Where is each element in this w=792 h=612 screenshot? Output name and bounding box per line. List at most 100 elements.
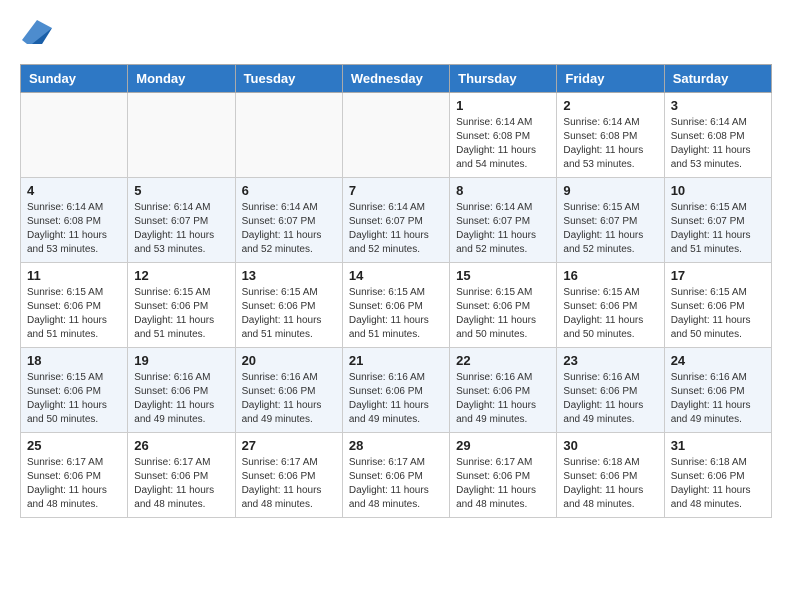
calendar-cell: 13 Sunrise: 6:15 AMSunset: 6:06 PMDayligh… [235,263,342,348]
day-info: Sunrise: 6:17 AMSunset: 6:06 PMDaylight:… [134,456,228,512]
day-number: 1 [456,98,550,113]
day-info: Sunrise: 6:14 AMSunset: 6:07 PMDaylight:… [242,201,336,257]
calendar-cell: 4 Sunrise: 6:14 AMSunset: 6:08 PMDaylight… [21,178,128,263]
calendar-cell: 29 Sunrise: 6:17 AMSunset: 6:06 PMDayligh… [450,433,557,518]
calendar-cell: 31Sunrise: 6:18 AMSunset: 6:06 PMDayligh… [664,433,771,518]
day-info: Sunrise: 6:16 AMSunset: 6:06 PMDaylight:… [349,371,443,427]
day-number: 27 [242,438,336,453]
calendar-cell: 16 Sunrise: 6:15 AMSunset: 6:06 PMDayligh… [557,263,664,348]
weekday-wednesday: Wednesday [342,65,449,93]
calendar-cell: 19 Sunrise: 6:16 AMSunset: 6:06 PMDayligh… [128,348,235,433]
day-info: Sunrise: 6:16 AMSunset: 6:06 PMDaylight:… [242,371,336,427]
day-number: 26 [134,438,228,453]
day-number: 15 [456,268,550,283]
day-number: 30 [563,438,657,453]
calendar-table: SundayMondayTuesdayWednesdayThursdayFrid… [20,64,772,518]
calendar-week-3: 11 Sunrise: 6:15 AMSunset: 6:06 PMDayligh… [21,263,772,348]
day-number: 2 [563,98,657,113]
day-info: Sunrise: 6:16 AMSunset: 6:06 PMDaylight:… [456,371,550,427]
day-number: 8 [456,183,550,198]
page-header [20,20,772,49]
calendar-cell: 28 Sunrise: 6:17 AMSunset: 6:06 PMDayligh… [342,433,449,518]
day-number: 6 [242,183,336,198]
day-number: 11 [27,268,121,283]
day-info: Sunrise: 6:15 AMSunset: 6:06 PMDaylight:… [134,286,228,342]
day-info: Sunrise: 6:15 AMSunset: 6:07 PMDaylight:… [563,201,657,257]
day-number: 19 [134,353,228,368]
day-number: 20 [242,353,336,368]
calendar-header: SundayMondayTuesdayWednesdayThursdayFrid… [21,65,772,93]
calendar-cell: 15 Sunrise: 6:15 AMSunset: 6:06 PMDayligh… [450,263,557,348]
day-info: Sunrise: 6:15 AMSunset: 6:06 PMDaylight:… [671,286,765,342]
day-number: 9 [563,183,657,198]
calendar-cell: 7 Sunrise: 6:14 AMSunset: 6:07 PMDaylight… [342,178,449,263]
day-number: 22 [456,353,550,368]
day-info: Sunrise: 6:15 AMSunset: 6:06 PMDaylight:… [242,286,336,342]
day-info: Sunrise: 6:14 AMSunset: 6:07 PMDaylight:… [456,201,550,257]
calendar-week-2: 4 Sunrise: 6:14 AMSunset: 6:08 PMDaylight… [21,178,772,263]
calendar-cell: 24 Sunrise: 6:16 AMSunset: 6:06 PMDayligh… [664,348,771,433]
calendar-cell: 27 Sunrise: 6:17 AMSunset: 6:06 PMDayligh… [235,433,342,518]
calendar-cell: 10 Sunrise: 6:15 AMSunset: 6:07 PMDayligh… [664,178,771,263]
calendar-cell [128,93,235,178]
day-info: Sunrise: 6:14 AMSunset: 6:07 PMDaylight:… [349,201,443,257]
day-number: 24 [671,353,765,368]
day-info: Sunrise: 6:16 AMSunset: 6:06 PMDaylight:… [671,371,765,427]
calendar-cell: 8 Sunrise: 6:14 AMSunset: 6:07 PMDaylight… [450,178,557,263]
weekday-tuesday: Tuesday [235,65,342,93]
day-number: 28 [349,438,443,453]
calendar-cell: 1Sunrise: 6:14 AMSunset: 6:08 PMDaylight… [450,93,557,178]
day-number: 3 [671,98,765,113]
day-info: Sunrise: 6:14 AMSunset: 6:08 PMDaylight:… [563,116,657,172]
day-info: Sunrise: 6:17 AMSunset: 6:06 PMDaylight:… [456,456,550,512]
calendar-cell: 22 Sunrise: 6:16 AMSunset: 6:06 PMDayligh… [450,348,557,433]
day-number: 23 [563,353,657,368]
calendar-week-5: 25 Sunrise: 6:17 AMSunset: 6:06 PMDayligh… [21,433,772,518]
day-number: 7 [349,183,443,198]
day-info: Sunrise: 6:15 AMSunset: 6:06 PMDaylight:… [27,371,121,427]
day-number: 31 [671,438,765,453]
calendar-cell: 14Sunrise: 6:15 AMSunset: 6:06 PMDayligh… [342,263,449,348]
day-info: Sunrise: 6:15 AMSunset: 6:06 PMDaylight:… [349,286,443,342]
calendar-cell: 20 Sunrise: 6:16 AMSunset: 6:06 PMDayligh… [235,348,342,433]
day-number: 13 [242,268,336,283]
day-number: 16 [563,268,657,283]
calendar-cell: 18Sunrise: 6:15 AMSunset: 6:06 PMDayligh… [21,348,128,433]
calendar-week-1: 1 Sunrise: 6:14 AMSunset: 6:08 PMDaylight… [21,93,772,178]
day-number: 12 [134,268,228,283]
day-info: Sunrise: 6:17 AMSunset: 6:06 PMDaylight:… [349,456,443,512]
weekday-sunday: Sunday [21,65,128,93]
weekday-monday: Monday [128,65,235,93]
day-info: Sunrise: 6:16 AMSunset: 6:06 PMDaylight:… [134,371,228,427]
calendar-cell [21,93,128,178]
day-info: Sunrise: 6:14 AMSunset: 6:07 PMDaylight:… [134,201,228,257]
calendar-cell: 6 Sunrise: 6:14 AMSunset: 6:07 PMDaylight… [235,178,342,263]
day-info: Sunrise: 6:15 AMSunset: 6:07 PMDaylight:… [671,201,765,257]
day-number: 25 [27,438,121,453]
calendar-cell: 5Sunrise: 6:14 AMSunset: 6:07 PMDaylight… [128,178,235,263]
calendar-cell: 21 Sunrise: 6:16 AMSunset: 6:06 PMDayligh… [342,348,449,433]
day-info: Sunrise: 6:17 AMSunset: 6:06 PMDaylight:… [242,456,336,512]
calendar-cell: 26 Sunrise: 6:17 AMSunset: 6:06 PMDayligh… [128,433,235,518]
day-info: Sunrise: 6:18 AMSunset: 6:06 PMDaylight:… [563,456,657,512]
day-number: 4 [27,183,121,198]
calendar-cell [235,93,342,178]
calendar-cell: 12 Sunrise: 6:15 AMSunset: 6:06 PMDayligh… [128,263,235,348]
calendar-cell: 23Sunrise: 6:16 AMSunset: 6:06 PMDayligh… [557,348,664,433]
day-number: 17 [671,268,765,283]
day-info: Sunrise: 6:15 AMSunset: 6:06 PMDaylight:… [456,286,550,342]
calendar-week-4: 18Sunrise: 6:15 AMSunset: 6:06 PMDayligh… [21,348,772,433]
calendar-cell: 25Sunrise: 6:17 AMSunset: 6:06 PMDayligh… [21,433,128,518]
day-number: 10 [671,183,765,198]
day-number: 29 [456,438,550,453]
calendar-body: 1 Sunrise: 6:14 AMSunset: 6:08 PMDaylight… [21,93,772,518]
day-info: Sunrise: 6:15 AMSunset: 6:06 PMDaylight:… [563,286,657,342]
calendar-cell [342,93,449,178]
logo [20,20,52,49]
calendar-cell: 11 Sunrise: 6:15 AMSunset: 6:06 PMDayligh… [21,263,128,348]
calendar-cell: 17 Sunrise: 6:15 AMSunset: 6:06 PMDayligh… [664,263,771,348]
day-number: 21 [349,353,443,368]
day-info: Sunrise: 6:14 AMSunset: 6:08 PMDaylight:… [27,201,121,257]
day-info: Sunrise: 6:14 AMSunset: 6:08 PMDaylight:… [671,116,765,172]
day-info: Sunrise: 6:15 AMSunset: 6:06 PMDaylight:… [27,286,121,342]
